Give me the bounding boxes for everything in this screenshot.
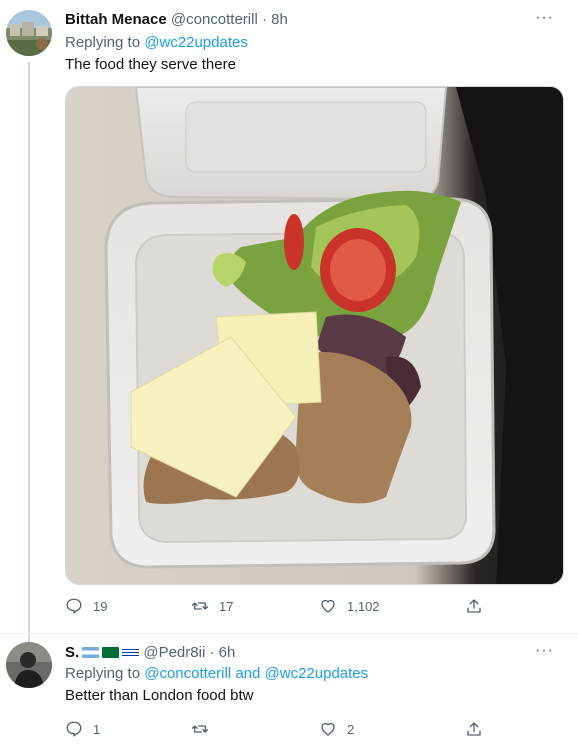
- share-icon: [467, 722, 481, 736]
- reply-count: 1: [93, 721, 101, 737]
- saudi-flag-icon: [102, 647, 120, 658]
- avatar[interactable]: [6, 10, 52, 56]
- retweet-icon: [191, 602, 209, 610]
- tweet-photo[interactable]: [65, 86, 564, 585]
- like-button[interactable]: 1,102: [319, 597, 380, 615]
- uruguay-flag-icon: [122, 647, 140, 658]
- mention-link[interactable]: @wc22updates: [144, 34, 248, 51]
- replying-to: Replying to @concotterill and @wc22updat…: [65, 665, 368, 682]
- heart-icon: [321, 722, 335, 736]
- and-text: and: [235, 665, 261, 682]
- tweet-header: S. @Pedr8ii · 6h: [65, 644, 235, 661]
- like-count: 1,102: [347, 598, 380, 614]
- author-name[interactable]: S.: [65, 644, 140, 661]
- retweet-icon: [191, 725, 209, 733]
- avatar[interactable]: [6, 642, 52, 688]
- thread-line: [28, 62, 30, 642]
- reply-icon: [66, 721, 82, 738]
- replying-to-label: Replying to: [65, 34, 141, 51]
- tweet-actions: 1 2: [65, 720, 495, 740]
- timestamp[interactable]: 6h: [219, 644, 236, 661]
- reply-button[interactable]: 1: [65, 720, 100, 738]
- tweet-1[interactable]: Bittah Menace @concotterill · 8h ··· Rep…: [0, 0, 578, 642]
- replying-to: Replying to @wc22updates: [65, 34, 248, 51]
- tweet-2[interactable]: S. @Pedr8ii · 6h ··· Replying to @concot…: [0, 634, 578, 750]
- mention-link[interactable]: @wc22updates: [265, 665, 369, 682]
- tweet-header: Bittah Menace @concotterill · 8h: [65, 11, 288, 28]
- reply-icon: [66, 598, 82, 615]
- share-button[interactable]: [465, 597, 483, 615]
- author-name[interactable]: Bittah Menace: [65, 11, 167, 28]
- author-handle[interactable]: @concotterill: [171, 11, 258, 28]
- separator: ·: [261, 11, 267, 28]
- reply-count: 19: [93, 598, 108, 614]
- more-options-icon[interactable]: ···: [535, 642, 554, 660]
- share-icon: [467, 599, 481, 613]
- retweet-count: 17: [219, 598, 234, 614]
- like-count: 2: [347, 721, 355, 737]
- retweet-button[interactable]: 17: [191, 597, 233, 615]
- author-handle[interactable]: @Pedr8ii: [143, 644, 205, 661]
- retweet-button[interactable]: [191, 720, 219, 738]
- timestamp[interactable]: 8h: [271, 11, 288, 28]
- mention-link[interactable]: @concotterill: [144, 665, 231, 682]
- separator: ·: [209, 644, 215, 661]
- more-options-icon[interactable]: ···: [535, 9, 554, 27]
- tweet-actions: 19 17 1,102: [65, 597, 495, 617]
- tweet-text: Better than London food btw: [65, 687, 254, 704]
- share-button[interactable]: [465, 720, 483, 738]
- reply-button[interactable]: 19: [65, 597, 107, 615]
- sandwich-photo-icon: [66, 87, 563, 584]
- tweet-text: The food they serve there: [65, 56, 236, 73]
- replying-to-label: Replying to: [65, 665, 141, 682]
- like-button[interactable]: 2: [319, 720, 354, 738]
- heart-icon: [321, 599, 335, 613]
- argentina-flag-icon: [82, 647, 100, 658]
